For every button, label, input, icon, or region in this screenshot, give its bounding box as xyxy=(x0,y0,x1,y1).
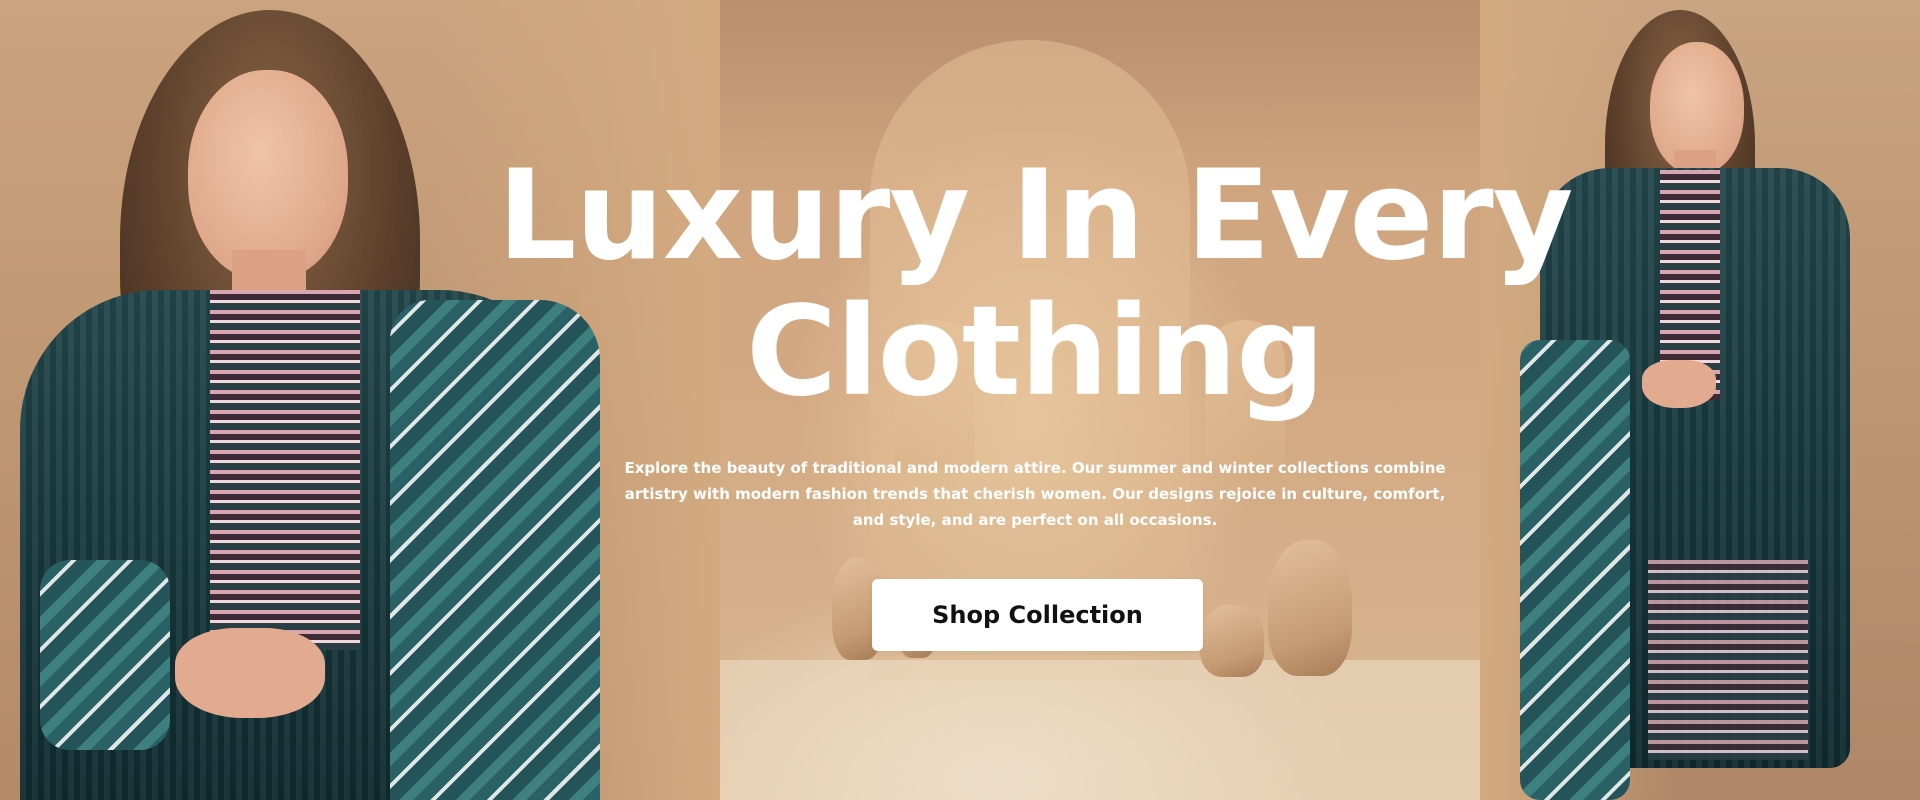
shop-collection-button[interactable]: Shop Collection xyxy=(872,579,1203,651)
hero-description: Explore the beauty of traditional and mo… xyxy=(624,459,1446,529)
hero-content: Luxury In Every Clothing Explore the bea… xyxy=(0,0,1920,800)
hero-headline: Luxury In Every Clothing xyxy=(497,144,1574,424)
hero-banner: Luxury In Every Clothing Explore the bea… xyxy=(0,0,1920,800)
